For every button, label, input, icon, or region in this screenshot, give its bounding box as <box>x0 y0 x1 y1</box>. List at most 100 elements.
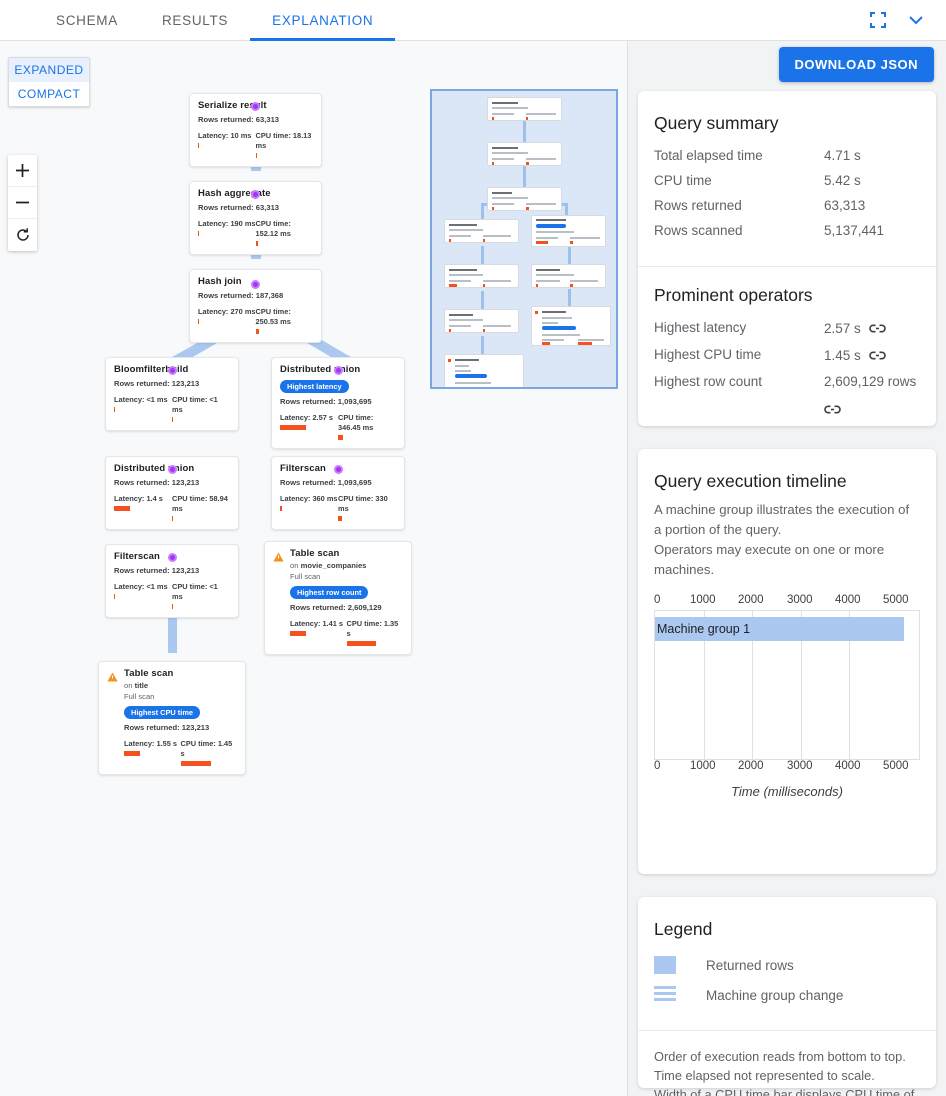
node-latency-label: Latency: 10 ms <box>198 131 252 140</box>
node-latency-metric: Latency: 270 ms <box>198 307 256 334</box>
node-cpu-bar <box>255 241 259 246</box>
footnote: Order of execution reads from bottom to … <box>638 1031 936 1096</box>
node-metrics: Latency: 1.4 s CPU time: 58.94 ms <box>114 494 230 521</box>
node-latency-label: Latency: <1 ms <box>114 582 168 591</box>
node-cpu-metric: CPU time: 58.94 ms <box>172 494 230 521</box>
node-cpu-bar <box>338 435 343 440</box>
node-subtitle-prefix: on <box>124 681 135 690</box>
connector-marker <box>168 366 177 375</box>
node-cpu-label: CPU time: 1.35 s <box>346 619 399 638</box>
timeline-chart[interactable]: 0 1000 2000 3000 4000 5000 Machine group… <box>654 594 920 776</box>
node-metrics: Latency: 270 ms CPU time: 250.53 ms <box>198 307 313 334</box>
download-json-button[interactable]: DOWNLOAD JSON <box>778 47 934 82</box>
prominent-row-link <box>638 399 936 428</box>
node-latency-metric: Latency: 360 ms <box>280 494 338 521</box>
node-cpu-label: CPU time: 250.53 ms <box>255 307 291 326</box>
footnote-line3: Width of a CPU time bar displays CPU tim… <box>654 1087 915 1096</box>
axis-tick-bottom: 3000 <box>787 760 813 772</box>
legend-label: Returned rows <box>706 957 794 973</box>
minimap-node <box>487 142 562 166</box>
legend-swatch-machine-group-change <box>654 986 676 1004</box>
node-latency-label: Latency: 1.4 s <box>114 494 163 503</box>
axis-tick-top: 5000 <box>883 594 909 606</box>
axis-tick-bottom: 2000 <box>738 760 764 772</box>
connector-marker <box>334 366 343 375</box>
summary-label: Rows scanned <box>654 223 743 238</box>
prominent-row-highest-cpu-time: Highest CPU time 1.45 s <box>638 347 936 374</box>
prominent-operators-title: Prominent operators <box>654 285 813 305</box>
node-cpu-label: CPU time: 346.45 ms <box>338 413 374 432</box>
tab-results-label: RESULTS <box>161 12 229 28</box>
timeline-bar-machine-group-1[interactable]: Machine group 1 <box>655 617 904 641</box>
summary-value: 5.42 s <box>824 173 861 188</box>
link-icon[interactable] <box>869 320 886 337</box>
view-mode-compact[interactable]: COMPACT <box>9 82 89 106</box>
node-subtitle: on movie_companies <box>290 561 403 571</box>
minimap-node <box>487 97 562 121</box>
prominent-label: Highest row count <box>654 374 763 389</box>
node-cpu-label: CPU time: 58.94 ms <box>172 494 228 513</box>
node-header: Table scan on title Full scan Highest CP… <box>107 668 237 766</box>
node-scan-type: Full scan <box>124 692 155 701</box>
timeline-axis-bottom: 0 1000 2000 3000 4000 5000 <box>654 760 920 776</box>
timeline-description-line1: A machine group illustrates the executio… <box>654 502 910 537</box>
node-cpu-metric: CPU time: 18.13 ms <box>255 131 314 158</box>
tab-bar: SCHEMA RESULTS EXPLANATION <box>0 0 946 41</box>
query-execution-timeline-card: Query execution timeline A machine group… <box>638 449 936 874</box>
node-cpu-metric: CPU time: <1 ms <box>172 395 230 422</box>
node-latency-label: Latency: 1.41 s <box>290 619 343 628</box>
summary-label: CPU time <box>654 173 712 188</box>
timeline-description-line2: Operators may execute on one or more mac… <box>654 542 885 577</box>
node-latency-bar <box>198 143 199 148</box>
zoom-controls <box>8 155 37 251</box>
node-latency-metric: Latency: 1.55 s <box>124 739 181 766</box>
node-cpu-bar <box>172 604 173 609</box>
minimap-connector <box>523 119 526 144</box>
summary-row: Rows returned 63,313 <box>638 198 936 223</box>
node-rows-returned: Rows returned: 63,313 <box>198 115 280 124</box>
axis-tick-bottom: 4000 <box>835 760 861 772</box>
node-latency-bar <box>114 407 115 412</box>
node-cpu-label: CPU time: <1 ms <box>172 582 218 601</box>
fullscreen-icon[interactable] <box>866 8 890 32</box>
reset-zoom-button[interactable] <box>8 219 37 251</box>
zoom-out-button[interactable] <box>8 187 37 219</box>
link-icon[interactable] <box>824 401 841 418</box>
node-latency-label: Latency: 2.57 s <box>280 413 333 422</box>
node-cpu-label: CPU time: 1.45 s <box>180 739 233 758</box>
connector-marker <box>168 553 177 562</box>
tab-explanation[interactable]: EXPLANATION <box>250 0 396 41</box>
query-plan-graph[interactable]: EXPANDED COMPACT Serialize result Rows r… <box>0 41 628 1096</box>
chevron-down-icon[interactable] <box>904 8 928 32</box>
node-latency-metric: Latency: 1.41 s <box>290 619 347 646</box>
axis-tick-top: 4000 <box>835 594 861 606</box>
graph-minimap[interactable] <box>430 89 618 389</box>
tab-schema[interactable]: SCHEMA <box>34 0 140 40</box>
node-cpu-metric: CPU time: 1.35 s <box>346 619 404 646</box>
footnote-line2: Time elapsed not represented to scale. <box>654 1068 875 1083</box>
node-cpu-metric: CPU time: 152.12 ms <box>255 219 314 246</box>
node-cpu-metric: CPU time: 250.53 ms <box>255 307 314 334</box>
tab-results[interactable]: RESULTS <box>140 0 250 40</box>
plan-node-table-scan-title[interactable]: Table scan on title Full scan Highest CP… <box>98 661 246 775</box>
node-latency-label: Latency: 270 ms <box>198 307 256 316</box>
view-mode-expanded[interactable]: EXPANDED <box>9 58 89 82</box>
summary-value: 5,137,441 <box>824 223 885 238</box>
node-latency-bar <box>280 506 283 511</box>
plan-node-table-scan-movie-companies[interactable]: Table scan on movie_companies Full scan … <box>264 541 412 655</box>
node-metrics: Latency: 360 ms CPU time: 330 ms <box>280 494 396 521</box>
connector-marker <box>168 465 177 474</box>
link-icon[interactable] <box>869 347 886 364</box>
node-rows-returned: Rows returned: 1,093,695 <box>280 397 372 406</box>
node-latency-bar <box>290 631 306 636</box>
timeline-bar-label: Machine group 1 <box>657 622 751 636</box>
node-subtitle: on title <box>124 681 237 691</box>
node-latency-metric: Latency: 2.57 s <box>280 413 338 440</box>
summary-label: Total elapsed time <box>654 148 763 163</box>
zoom-in-button[interactable] <box>8 155 37 187</box>
minimap-node <box>444 309 519 333</box>
axis-tick-top: 2000 <box>738 594 764 606</box>
node-latency-metric: Latency: 10 ms <box>198 131 256 158</box>
prominent-row-highest-latency: Highest latency 2.57 s <box>638 320 936 347</box>
warning-icon <box>273 549 284 567</box>
